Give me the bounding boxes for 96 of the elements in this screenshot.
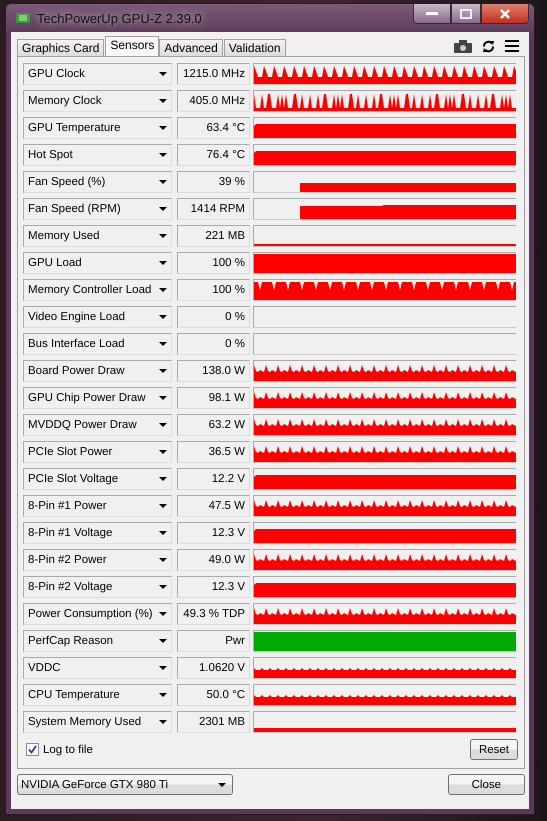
gpu-select[interactable]: NVIDIA GeForce GTX 980 Ti [17,774,233,795]
sensor-dropdown[interactable]: Video Engine Load [23,306,172,328]
caret-icon [159,450,167,454]
caret-icon [159,666,167,670]
caret-icon [159,72,167,76]
sensor-value: 138.0 W [177,360,250,382]
tab[interactable]: Graphics Card [17,39,104,56]
sensor-dropdown[interactable]: 8-Pin #1 Voltage [23,522,172,544]
caret-icon [159,558,167,562]
tab[interactable]: Validation [224,39,286,56]
sensor-value: 1215.0 MHz [177,63,250,85]
caret-icon [159,639,167,643]
reset-button[interactable]: Reset [470,739,518,760]
sensor-value: 12.3 V [177,576,250,598]
caret-icon [159,693,167,697]
sensor-dropdown[interactable]: Board Power Draw [23,360,172,382]
sensor-value: 100 % [177,252,250,274]
sensor-value: 49.0 W [177,549,250,571]
sensor-dropdown[interactable]: System Memory Used [23,711,172,733]
sensor-value: 2301 MB [177,711,250,733]
caret-icon [159,180,167,184]
caret-icon [159,234,167,238]
caret-icon [159,288,167,292]
close-button[interactable]: Close [448,774,525,795]
sensor-value: 0 % [177,333,250,355]
app-icon [15,11,31,25]
minimize-button[interactable] [413,4,451,24]
tab[interactable]: Sensors [105,36,160,56]
window-title: TechPowerUp GPU-Z 2.39.0 [37,10,203,26]
caret-icon [159,477,167,481]
caret-icon [159,99,167,103]
caret-icon [159,153,167,157]
menu-icon[interactable] [505,40,519,52]
sensor-value: 47.5 W [177,495,250,517]
sensor-dropdown[interactable]: MVDDQ Power Draw [23,414,172,436]
sensor-dropdown[interactable]: PCIe Slot Voltage [23,468,172,490]
sensor-value: Pwr [177,630,250,652]
maximize-icon [460,8,472,18]
sensor-value: 36.5 W [177,441,250,463]
maximize-button[interactable] [451,4,481,24]
sensor-dropdown[interactable]: 8-Pin #2 Voltage [23,576,172,598]
sensor-dropdown[interactable]: 8-Pin #2 Power [23,549,172,571]
caret-icon [159,261,167,265]
sensor-value: 50.0 °C [177,684,250,706]
tab[interactable]: Advanced [159,39,223,56]
sensor-value: 221 MB [177,225,250,247]
sensor-value: 49.3 % TDP [177,603,250,625]
sensor-dropdown[interactable]: PCIe Slot Power [23,441,172,463]
camera-icon[interactable] [454,40,472,52]
sensor-value: 12.2 V [177,468,250,490]
sensor-value: 1.0620 V [177,657,250,679]
caret-icon [218,782,226,786]
sensor-value: 1414 RPM [177,198,250,220]
sensor-dropdown[interactable]: Memory Used [23,225,172,247]
sensor-value: 63.4 °C [177,117,250,139]
sensor-dropdown[interactable]: 8-Pin #1 Power [23,495,172,517]
caret-icon [159,342,167,346]
minimize-icon [426,12,438,16]
sensor-dropdown[interactable]: Fan Speed (RPM) [23,198,172,220]
caret-icon [159,423,167,427]
caret-icon [159,396,167,400]
sensor-dropdown[interactable]: GPU Temperature [23,117,172,139]
sensor-value: 405.0 MHz [177,90,250,112]
caret-icon [159,612,167,616]
sensor-value: 76.4 °C [177,144,250,166]
sensor-dropdown[interactable]: GPU Load [23,252,172,274]
sensor-dropdown[interactable]: Power Consumption (%) [23,603,172,625]
caret-icon [159,315,167,319]
caret-icon [159,369,167,373]
caret-icon [159,531,167,535]
checkbox[interactable] [26,743,39,756]
sensor-dropdown[interactable]: GPU Chip Power Draw [23,387,172,409]
checkbox-label: Log to file [43,744,93,756]
sensor-value: 63.2 W [177,414,250,436]
sensor-dropdown[interactable]: PerfCap Reason [23,630,172,652]
caret-icon [159,126,167,130]
sensor-dropdown[interactable]: Memory Controller Load [23,279,172,301]
close-window-button[interactable] [481,4,529,24]
caret-icon [159,585,167,589]
sensor-dropdown[interactable]: Bus Interface Load [23,333,172,355]
sensor-value: 39 % [177,171,250,193]
sensor-dropdown[interactable]: CPU Temperature [23,684,172,706]
caret-icon [159,207,167,211]
refresh-icon[interactable] [482,40,495,52]
sensor-dropdown[interactable]: Hot Spot [23,144,172,166]
caret-icon [159,504,167,508]
sensor-value: 0 % [177,306,250,328]
sensor-value: 98.1 W [177,387,250,409]
sensor-dropdown[interactable]: Fan Speed (%) [23,171,172,193]
sensor-value: 12.3 V [177,522,250,544]
sensor-value: 100 % [177,279,250,301]
caret-icon [159,720,167,724]
sensor-dropdown[interactable]: Memory Clock [23,90,172,112]
close-icon [499,8,511,20]
sensor-dropdown[interactable]: GPU Clock [23,63,172,85]
sensor-dropdown[interactable]: VDDC [23,657,172,679]
